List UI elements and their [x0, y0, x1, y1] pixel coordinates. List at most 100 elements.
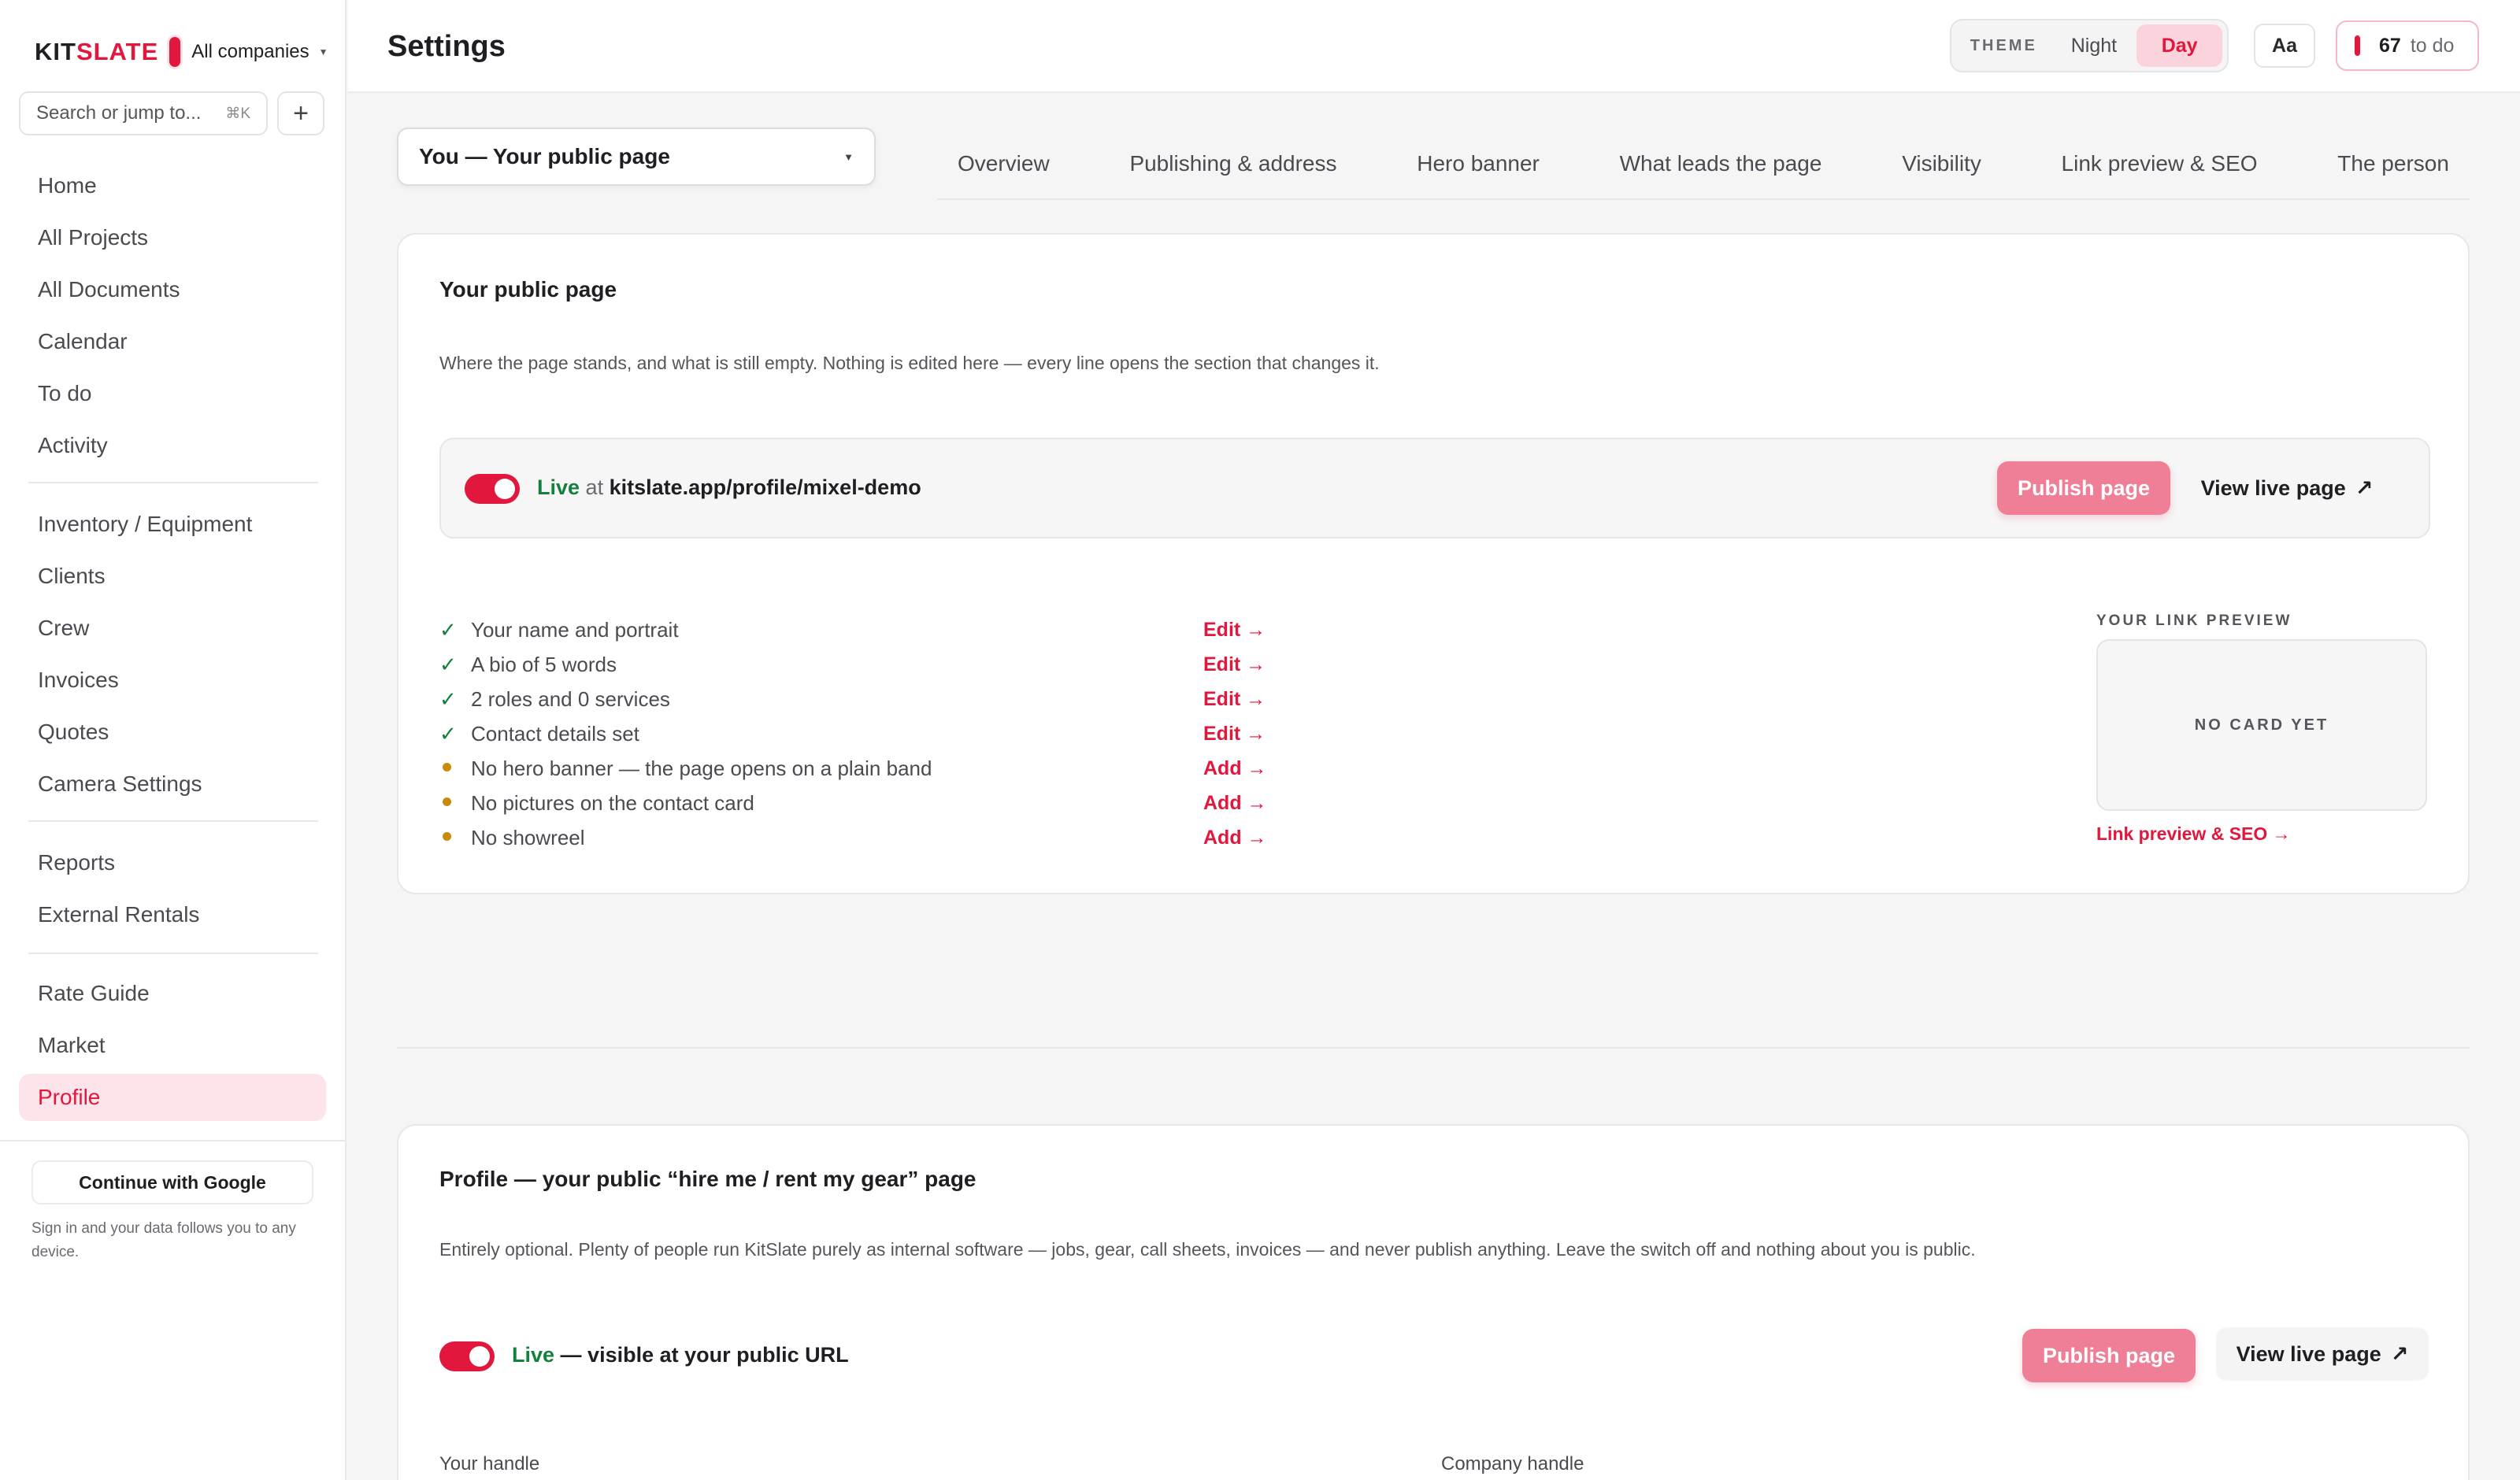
card-description: Where the page stands, and what is still…: [439, 353, 1380, 373]
checklist-item: No showreel Add →: [439, 820, 1274, 855]
live-status-text: Live at kitslate.app/profile/mixel-demo: [537, 475, 921, 500]
checklist-item: ✓ Your name and portrait Edit →: [439, 612, 1274, 647]
link-preview-seo-link[interactable]: Link preview & SEO →: [2096, 823, 2291, 845]
checklist-item-text: A bio of 5 words: [471, 652, 617, 676]
sidebar-item-rate-guide[interactable]: Rate Guide: [19, 970, 326, 1017]
sidebar-item-label: Quotes: [38, 720, 109, 744]
live-toggle[interactable]: [465, 474, 520, 504]
sidebar-item-all-projects[interactable]: All Projects: [19, 214, 326, 261]
tab-link-preview-seo[interactable]: Link preview & SEO: [2062, 151, 2258, 176]
todo-button[interactable]: 67 to do: [2336, 20, 2479, 71]
publish-page-button[interactable]: Publish page: [2022, 1329, 2196, 1382]
view-live-page-button[interactable]: View live page ↗: [2216, 1327, 2429, 1381]
pending-dot-icon: [439, 831, 471, 845]
sidebar-item-market[interactable]: Market: [19, 1022, 326, 1069]
search-input[interactable]: Search or jump to... ⌘K: [19, 91, 268, 135]
sidebar-item-quotes[interactable]: Quotes: [19, 709, 326, 756]
checklist-edit-link[interactable]: Edit →: [1203, 723, 1266, 746]
pending-dot-icon: [439, 761, 471, 775]
section-divider: [397, 1047, 2470, 1049]
sidebar-item-calendar[interactable]: Calendar: [19, 318, 326, 365]
todo-count: 67: [2379, 34, 2401, 57]
checklist-edit-link[interactable]: Edit →: [1203, 688, 1266, 711]
sidebar-footer-divider: [0, 1140, 346, 1141]
company-switcher[interactable]: All companies ▼: [191, 41, 328, 63]
external-link-icon: ↗: [2390, 1341, 2409, 1366]
tab-visibility[interactable]: Visibility: [1902, 151, 1981, 176]
profile-publish-card: Profile — your public “hire me / rent my…: [397, 1124, 2470, 1480]
nav-group-operations: Inventory / Equipment Clients Crew Invoi…: [19, 501, 326, 812]
checklist-item-text: Your name and portrait: [471, 617, 679, 642]
sidebar-item-crew[interactable]: Crew: [19, 605, 326, 652]
checklist-item: No hero banner — the page opens on a pla…: [439, 751, 1274, 786]
sidebar-item-label: Camera Settings: [38, 771, 202, 796]
card-title: Profile — your public “hire me / rent my…: [439, 1167, 976, 1191]
live-label: Live: [512, 1343, 555, 1367]
tab-the-person[interactable]: The person: [2337, 151, 2449, 176]
sidebar: KITSLATE All companies ▼ Search or jump …: [0, 0, 346, 1480]
public-page-status-card: Your public page Where the page stands, …: [397, 233, 2470, 894]
view-live-page-button[interactable]: View live page ↗: [2185, 461, 2389, 515]
sidebar-item-home[interactable]: Home: [19, 162, 326, 209]
sidebar-item-label: External Rentals: [38, 902, 200, 927]
sidebar-item-inventory[interactable]: Inventory / Equipment: [19, 501, 326, 548]
checklist-add-link[interactable]: Add →: [1203, 792, 1267, 815]
check-icon: ✓: [439, 617, 457, 642]
sidebar-item-label: Calendar: [38, 329, 128, 353]
checklist-add-link[interactable]: Add →: [1203, 757, 1267, 780]
card-title: Your public page: [439, 277, 617, 302]
nav-divider: [28, 482, 318, 483]
checklist-item: ✓ A bio of 5 words Edit →: [439, 647, 1274, 682]
page-title: Settings: [387, 30, 506, 63]
sidebar-item-activity[interactable]: Activity: [19, 422, 326, 469]
sidebar-item-clients[interactable]: Clients: [19, 553, 326, 600]
live-toggle[interactable]: [439, 1341, 495, 1371]
brand-logo[interactable]: KITSLATE: [35, 38, 158, 66]
card-description: Entirely optional. Plenty of people run …: [439, 1239, 1976, 1260]
tab-hero-banner[interactable]: Hero banner: [1417, 151, 1540, 176]
sidebar-item-external-rentals[interactable]: External Rentals: [19, 891, 326, 938]
sidebar-item-label: Home: [38, 173, 97, 198]
sidebar-item-label: Profile: [38, 1085, 101, 1109]
sidebar-item-reports[interactable]: Reports: [19, 839, 326, 886]
theme-option-night[interactable]: Night: [2051, 24, 2137, 67]
sidebar-item-to-do[interactable]: To do: [19, 370, 326, 417]
live-status-text: Live — visible at your public URL: [512, 1343, 849, 1367]
sidebar-item-label: Market: [38, 1033, 106, 1057]
public-url[interactable]: kitslate.app/profile/mixel-demo: [610, 475, 921, 499]
signin-note: Sign in and your data follows you to any…: [32, 1220, 296, 1260]
publish-page-button[interactable]: Publish page: [1997, 461, 2170, 515]
checklist-item-text: 2 roles and 0 services: [471, 686, 670, 711]
live-description: — visible at your public URL: [560, 1343, 849, 1367]
handle-field-label: Your handle: [439, 1453, 540, 1474]
live-at: at: [585, 475, 604, 499]
link-preview-label: YOUR LINK PREVIEW: [2096, 612, 2292, 629]
nav-group-reports: Reports External Rentals: [19, 839, 326, 943]
nav-group-market: Rate Guide Market Profile: [19, 970, 326, 1126]
tab-publishing-address[interactable]: Publishing & address: [1129, 151, 1336, 176]
checklist-edit-link[interactable]: Edit →: [1203, 619, 1266, 642]
sidebar-item-label: Rate Guide: [38, 981, 150, 1005]
sidebar-item-invoices[interactable]: Invoices: [19, 657, 326, 704]
font-size-button[interactable]: Aa: [2254, 24, 2315, 68]
sidebar-item-profile[interactable]: Profile: [19, 1074, 326, 1121]
theme-option-day[interactable]: Day: [2136, 24, 2223, 67]
view-live-page-label: View live page: [2236, 1341, 2381, 1366]
sidebar-item-camera-settings[interactable]: Camera Settings: [19, 760, 326, 808]
checklist-item: No pictures on the contact card Add →: [439, 786, 1274, 820]
tab-overview[interactable]: Overview: [958, 151, 1050, 176]
nav-group-main: Home All Projects All Documents Calendar…: [19, 162, 326, 474]
continue-with-google-button[interactable]: Continue with Google: [32, 1160, 313, 1204]
search-placeholder: Search or jump to...: [36, 102, 202, 124]
tab-what-leads-the-page[interactable]: What leads the page: [1620, 151, 1822, 176]
sidebar-item-label: Inventory / Equipment: [38, 512, 253, 536]
sidebar-item-all-documents[interactable]: All Documents: [19, 266, 326, 313]
section-select[interactable]: You — Your public page ▼: [397, 128, 876, 186]
plus-icon: +: [293, 98, 309, 128]
checklist-item: ✓ 2 roles and 0 services Edit →: [439, 682, 1274, 716]
live-status-panel: Live at kitslate.app/profile/mixel-demo …: [439, 438, 2430, 538]
brand-name-accent: SLATE: [76, 38, 159, 65]
add-button[interactable]: +: [277, 91, 324, 135]
checklist-edit-link[interactable]: Edit →: [1203, 653, 1266, 676]
checklist-add-link[interactable]: Add →: [1203, 827, 1267, 849]
